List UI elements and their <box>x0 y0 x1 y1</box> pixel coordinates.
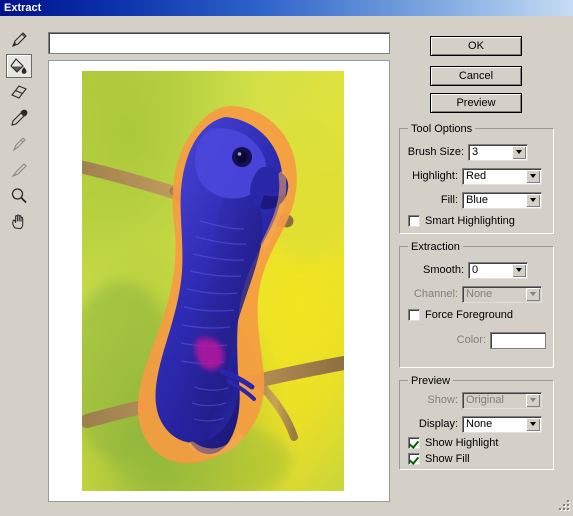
resize-grip[interactable] <box>557 500 571 514</box>
display-label: Display: <box>418 418 458 430</box>
show-highlight-checkbox[interactable] <box>408 437 420 449</box>
extraction-group: Extraction Smooth: 0 Channel: None Force… <box>399 241 554 368</box>
channel-chevron-down-icon <box>526 287 540 301</box>
smart-highlighting-row[interactable]: Smart Highlighting <box>408 215 515 227</box>
brush-size-input[interactable]: 3 <box>468 143 528 161</box>
show-chevron-down-icon <box>526 393 540 407</box>
ok-button[interactable]: OK <box>430 36 522 56</box>
smooth-input[interactable]: 0 <box>468 261 528 279</box>
force-foreground-label: Force Foreground <box>425 309 514 321</box>
brush-size-dropdown-icon[interactable] <box>512 145 526 159</box>
tool-options-title: Tool Options <box>408 123 476 135</box>
extraction-title: Extraction <box>408 241 463 253</box>
smart-highlighting-label: Smart Highlighting <box>425 215 515 227</box>
foreground-color-swatch <box>490 331 546 349</box>
preview-group: Preview Show: Original Display: None Sho… <box>399 375 554 470</box>
fill-select[interactable]: Blue <box>462 191 542 209</box>
show-fill-label: Show Fill <box>425 453 470 465</box>
show-highlight-label: Show Highlight <box>425 437 499 449</box>
channel-value: None <box>466 287 493 300</box>
preview-button[interactable]: Preview <box>430 93 522 113</box>
edge-touchup-tool[interactable] <box>6 158 32 182</box>
extract-preview-canvas[interactable] <box>82 71 344 491</box>
extract-dialog: Extract OK Cancel Preview Tool Options B… <box>0 0 573 516</box>
canvas-frame <box>48 60 390 502</box>
show-label: Show: <box>427 394 458 406</box>
smooth-value: 0 <box>472 263 479 276</box>
parrot-image <box>82 71 344 491</box>
brush-size-label: Brush Size: <box>407 146 464 158</box>
cancel-button[interactable]: Cancel <box>430 66 522 86</box>
force-foreground-checkbox[interactable] <box>408 309 420 321</box>
eyedropper-tool[interactable] <box>6 106 32 130</box>
preview-title: Preview <box>408 375 454 387</box>
eraser-tool[interactable] <box>6 80 32 104</box>
brush-size-value: 3 <box>472 145 479 158</box>
window-titlebar: Extract <box>0 0 573 16</box>
channel-label: Channel: <box>413 288 458 300</box>
highlight-select[interactable]: Red <box>462 167 542 185</box>
image-info-bar <box>48 32 390 54</box>
display-value: None <box>466 417 493 430</box>
edge-highlighter-tool[interactable] <box>6 28 32 52</box>
tool-palette <box>6 28 40 230</box>
highlight-chevron-down-icon[interactable] <box>526 169 540 183</box>
display-chevron-down-icon[interactable] <box>526 417 540 431</box>
show-highlight-row[interactable]: Show Highlight <box>408 437 498 449</box>
highlight-label: Highlight: <box>412 170 458 182</box>
window-title: Extract <box>4 2 42 14</box>
highlight-value: Red <box>466 169 487 182</box>
color-label: Color: <box>456 334 486 346</box>
show-select: Original <box>462 391 542 409</box>
display-select[interactable]: None <box>462 415 542 433</box>
smooth-label: Smooth: <box>423 264 464 276</box>
cleanup-tool[interactable] <box>6 132 32 156</box>
hand-tool[interactable] <box>6 210 32 234</box>
show-fill-checkbox[interactable] <box>408 453 420 465</box>
zoom-tool[interactable] <box>6 184 32 208</box>
fill-value: Blue <box>466 193 489 206</box>
fill-tool[interactable] <box>6 54 32 78</box>
fill-chevron-down-icon[interactable] <box>526 193 540 207</box>
show-fill-row[interactable]: Show Fill <box>408 453 470 465</box>
force-foreground-row[interactable]: Force Foreground <box>408 309 513 321</box>
tool-options-group: Tool Options Brush Size: 3 Highlight: Re… <box>399 123 554 234</box>
channel-select: None <box>462 285 542 303</box>
smooth-dropdown-icon[interactable] <box>512 263 526 277</box>
show-value: Original <box>466 393 504 406</box>
smart-highlighting-checkbox[interactable] <box>408 215 420 227</box>
fill-label: Fill: <box>440 194 458 206</box>
